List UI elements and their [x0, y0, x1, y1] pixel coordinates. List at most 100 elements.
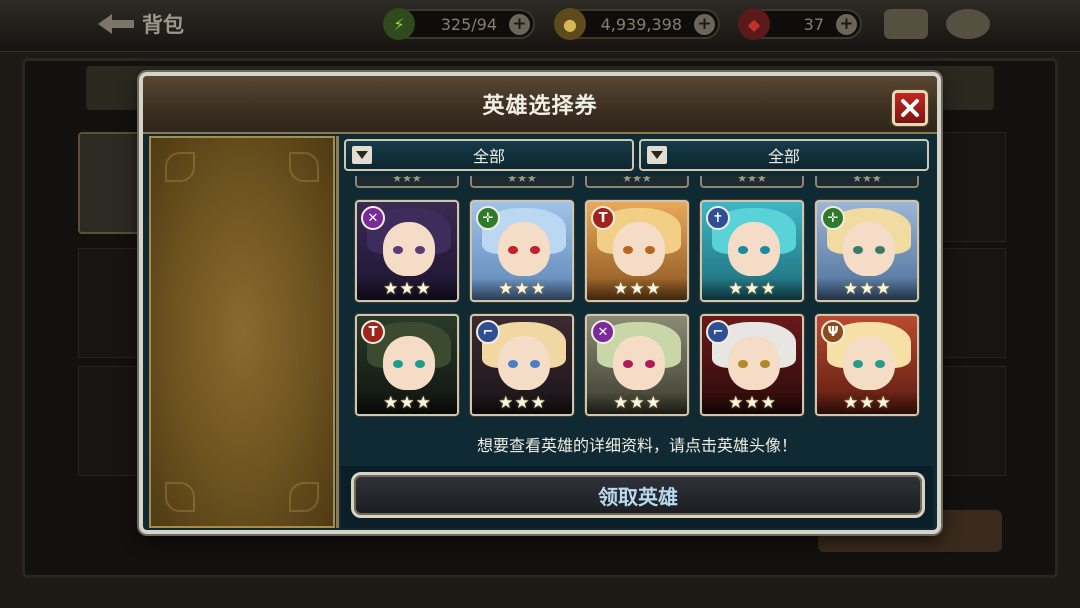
class-filter-dropdown[interactable]: 全部: [344, 139, 634, 171]
hero-face: [843, 336, 895, 390]
star-icon: ★: [744, 392, 760, 413]
hero-eye: [530, 246, 540, 254]
hero-portrait[interactable]: ⌐ ★ ★ ★: [700, 314, 804, 416]
back-button[interactable]: 背包: [96, 8, 184, 40]
star-icon: ★: [629, 392, 645, 413]
hero-eye: [853, 360, 863, 368]
add-gold-button[interactable]: +: [694, 14, 715, 35]
hero-eye: [415, 360, 425, 368]
hero-face: [728, 336, 780, 390]
star-icon: ★: [415, 278, 431, 299]
star-icon: ★: [645, 278, 661, 299]
hero-eye: [393, 246, 403, 254]
attribute-filter-label: 全部: [767, 147, 800, 166]
gun-icon: ⌐: [706, 320, 730, 344]
hero-portrait[interactable]: ✛ ★ ★ ★: [470, 200, 574, 302]
hero-eye: [415, 246, 425, 254]
star-icon: ★: [645, 392, 661, 413]
hero-card-partial: ★★★: [700, 176, 804, 188]
panel-divider: [336, 136, 339, 528]
hero-face: [383, 336, 435, 390]
hero-preview-panel: [149, 136, 335, 528]
hero-portrait[interactable]: ✕ ★ ★ ★: [585, 314, 689, 416]
hero-portrait[interactable]: T ★ ★ ★: [355, 314, 459, 416]
ornament-icon: [289, 482, 319, 512]
hero-eye: [508, 246, 518, 254]
star-icon: ★: [383, 392, 399, 413]
bow-icon: ✛: [476, 206, 500, 230]
ornament-icon: [289, 152, 319, 182]
hero-eye: [760, 360, 770, 368]
hero-eye: [738, 246, 748, 254]
mail-icon[interactable]: [884, 9, 928, 39]
hero-portrait[interactable]: ✝ ★ ★ ★: [700, 200, 804, 302]
hero-card-partial: ★★★: [585, 176, 689, 188]
star-icon: ★: [514, 392, 530, 413]
hero-eye: [508, 360, 518, 368]
star-icon: ★: [875, 392, 891, 413]
dialog-header: 英雄选择券: [143, 76, 937, 134]
hammer-icon: T: [361, 320, 385, 344]
star-icon: ★: [760, 392, 776, 413]
star-icon: ★: [843, 392, 859, 413]
close-icon: [901, 99, 919, 117]
hero-face: [498, 336, 550, 390]
star-icon: ★: [498, 278, 514, 299]
gun-icon: ⌐: [476, 320, 500, 344]
gem-counter: ◆ 37 +: [738, 8, 862, 40]
hero-portrait[interactable]: ✛ ★ ★ ★: [815, 200, 919, 302]
star-icon: ★: [859, 392, 875, 413]
ornament-icon: [165, 152, 195, 182]
hero-eye: [393, 360, 403, 368]
inventory-slot: [940, 366, 1006, 476]
add-gem-button[interactable]: +: [836, 14, 857, 35]
gold-counter: ● 4,939,398 +: [554, 8, 720, 40]
close-button[interactable]: [892, 90, 928, 126]
sword-icon: ✕: [591, 320, 615, 344]
hero-face: [843, 222, 895, 276]
claim-hero-button[interactable]: 领取英雄: [351, 472, 925, 518]
hero-star-rating: ★ ★ ★: [587, 278, 687, 300]
hero-eye: [738, 360, 748, 368]
hero-star-rating: ★ ★ ★: [472, 392, 572, 414]
hero-star-rating: ★ ★ ★: [817, 392, 917, 414]
star-icon: ★: [859, 278, 875, 299]
hero-face: [613, 336, 665, 390]
star-icon: ★: [843, 278, 859, 299]
hero-portrait[interactable]: ✕ ★ ★ ★: [355, 200, 459, 302]
inventory-item-card[interactable]: [78, 132, 144, 234]
hero-grid[interactable]: ★★★ ★★★ ★★★ ★★★ ★★★ ✕ ★ ★ ★ ✛ ★ ★ ★ T ★ ★ ★ ✝ ★ ★ ★ ✛ ★ ★ ★…: [341, 176, 933, 426]
ornament-icon: [165, 482, 195, 512]
lightning-icon: ⚡: [383, 8, 415, 40]
star-icon: ★: [415, 392, 431, 413]
scrolled-row: ★★★ ★★★ ★★★ ★★★ ★★★: [355, 176, 921, 190]
gem-value: 37: [803, 14, 824, 34]
star-icon: ★: [530, 392, 546, 413]
star-icon: ★: [728, 392, 744, 413]
hero-eye: [853, 246, 863, 254]
star-icon: ★: [498, 392, 514, 413]
hero-eye: [875, 246, 885, 254]
hero-eye: [623, 360, 633, 368]
inventory-slot: [940, 248, 1006, 358]
class-filter-label: 全部: [472, 147, 505, 166]
gold-value: 4,939,398: [600, 14, 682, 34]
hero-eye: [645, 246, 655, 254]
hero-portrait[interactable]: Ψ ★ ★ ★: [815, 314, 919, 416]
hero-portrait[interactable]: ⌐ ★ ★ ★: [470, 314, 574, 416]
dropdown-caret-icon: [352, 146, 372, 164]
chat-icon[interactable]: [946, 9, 990, 39]
hero-select-dialog: 英雄选择券 全部 全部 ★★★ ★★★ ★★★ ★★★ ★★★ ✕ ★ ★ ★ …: [139, 72, 941, 534]
hero-portrait[interactable]: T ★ ★ ★: [585, 200, 689, 302]
attribute-filter-dropdown[interactable]: 全部: [639, 139, 929, 171]
hammer-icon: T: [591, 206, 615, 230]
hero-star-rating: ★ ★ ★: [357, 392, 457, 414]
star-icon: ★: [875, 278, 891, 299]
bow-icon: ✛: [821, 206, 845, 230]
add-stamina-button[interactable]: +: [509, 14, 530, 35]
inventory-slot: [940, 132, 1006, 242]
hero-star-rating: ★ ★ ★: [702, 392, 802, 414]
star-icon: ★: [399, 278, 415, 299]
back-arrow-icon: [98, 14, 134, 34]
inventory-slot: [78, 248, 144, 358]
